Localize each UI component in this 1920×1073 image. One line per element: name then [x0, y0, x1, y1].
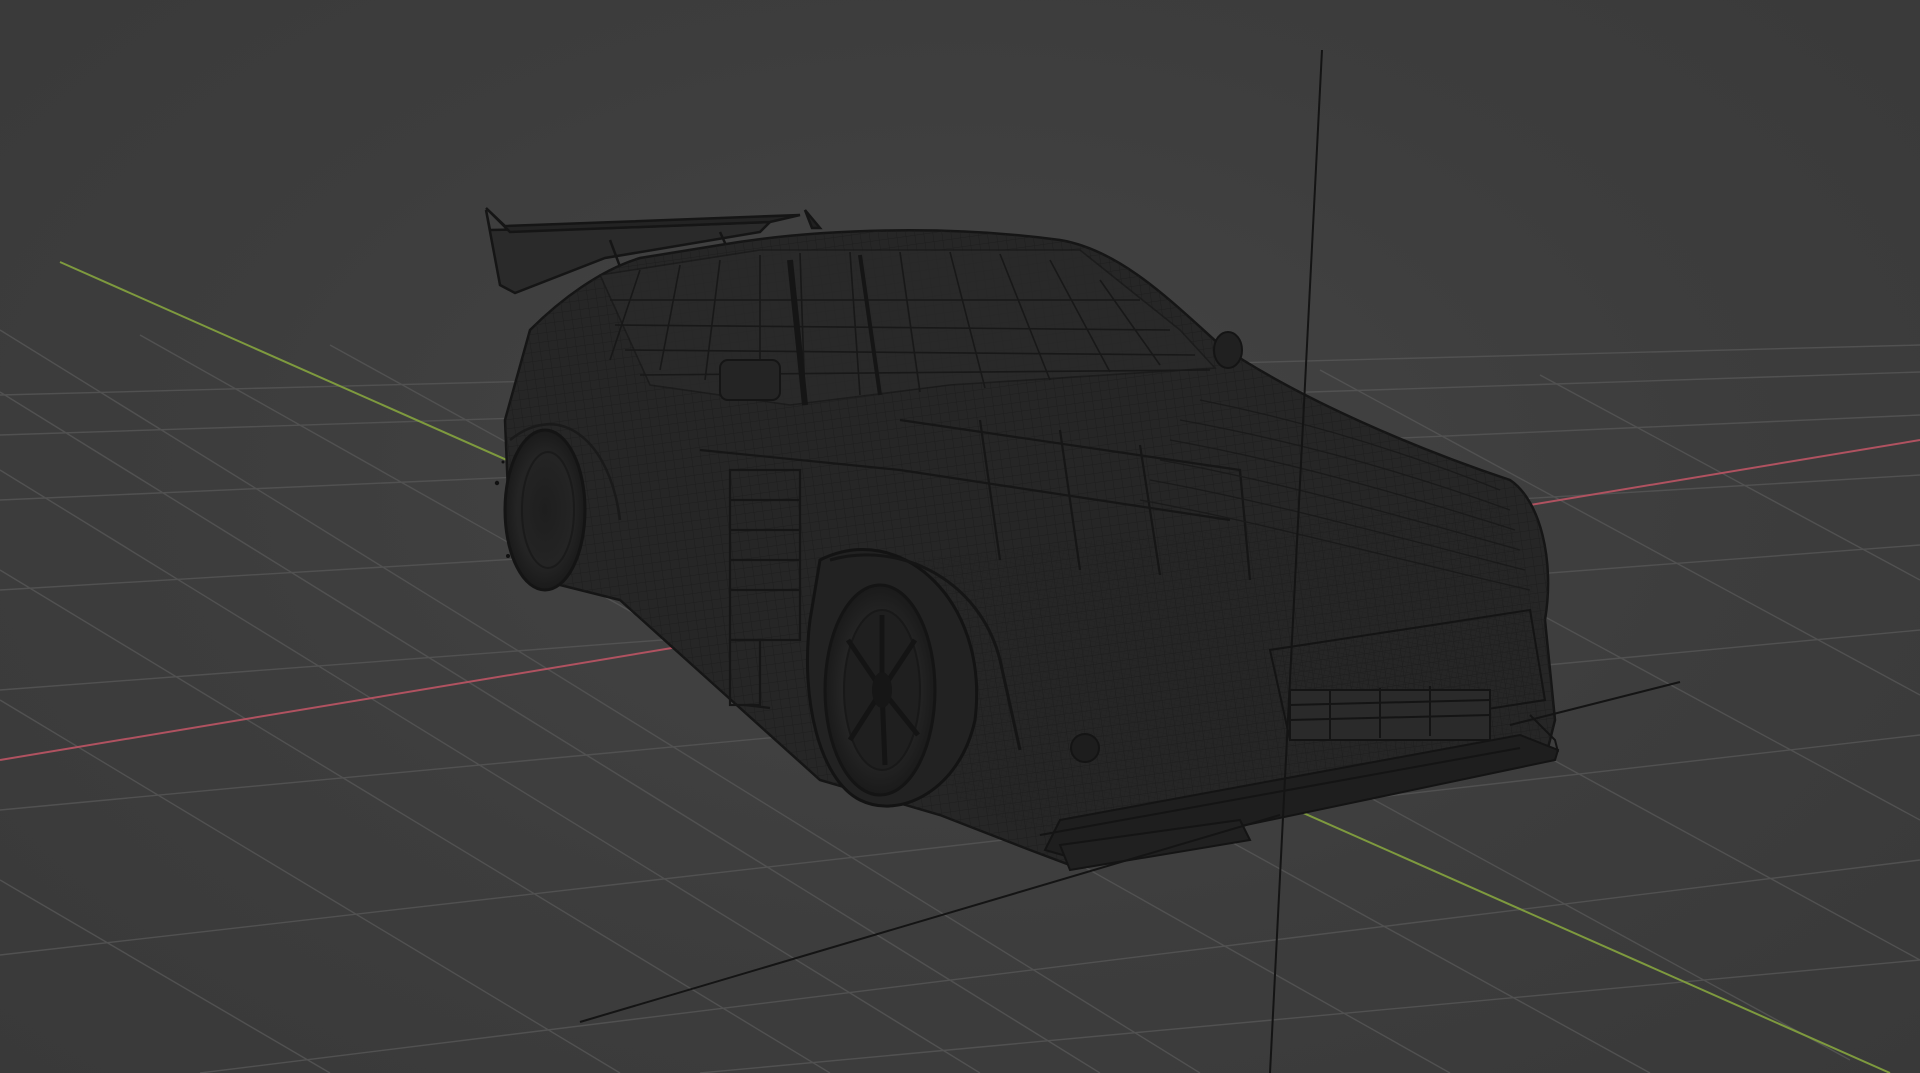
car-model[interactable] — [484, 207, 1560, 872]
viewport-scene — [0, 49, 1920, 1073]
side-mirror — [1213, 331, 1243, 369]
3d-viewport[interactable] — [0, 0, 1920, 1073]
